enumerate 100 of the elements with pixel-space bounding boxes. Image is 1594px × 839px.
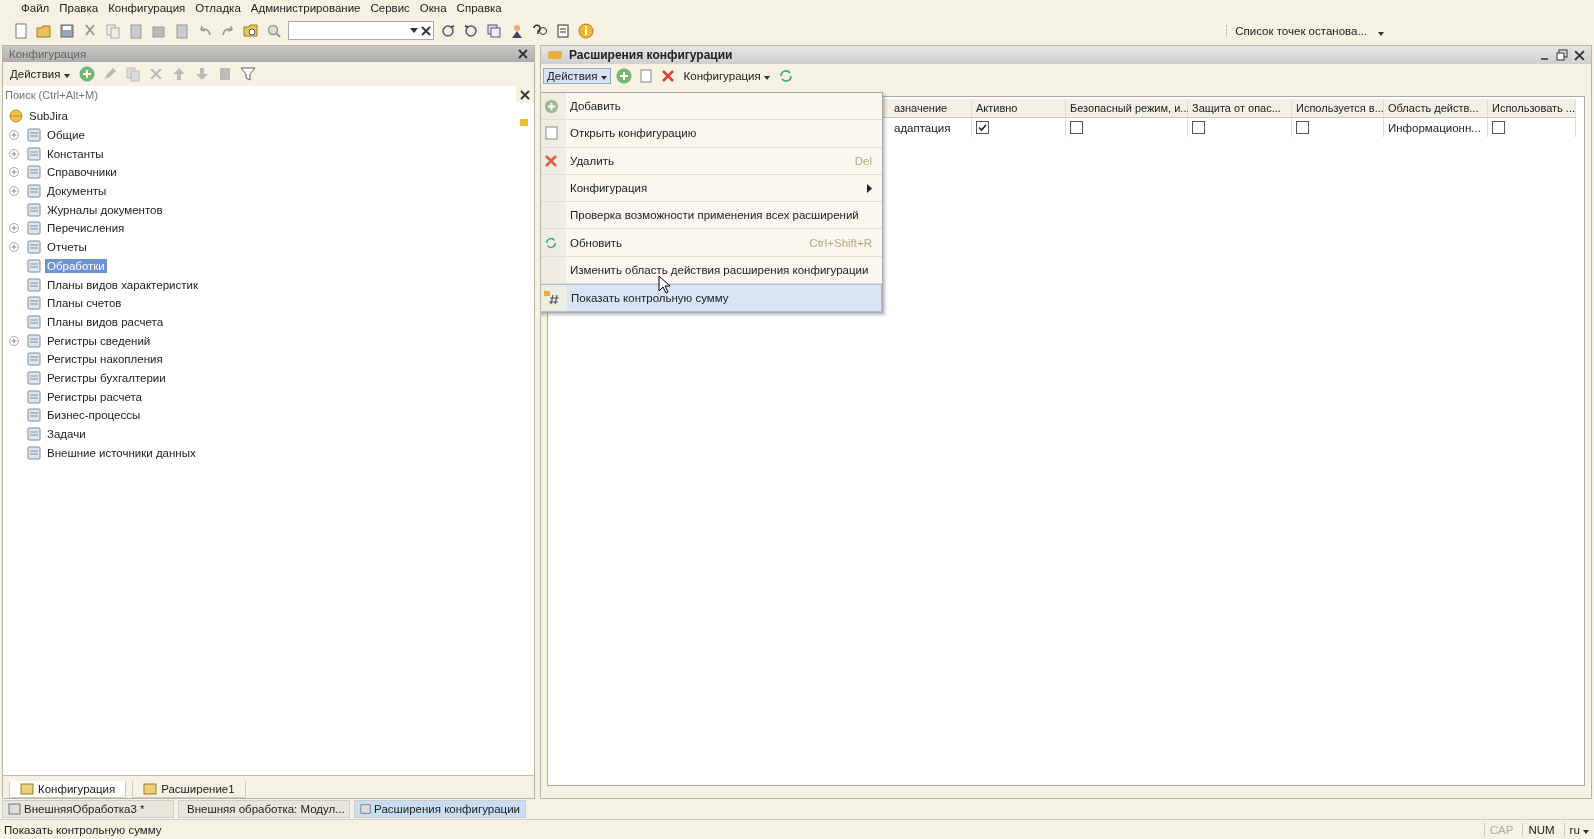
column-header[interactable]: Используется в... (1292, 99, 1384, 118)
metadata-icon (27, 296, 41, 311)
tree-item[interactable]: Регистры бухгалтерии (45, 370, 168, 385)
status-indicator: CAP (1483, 822, 1519, 837)
menu-item[interactable]: Справка (451, 2, 507, 14)
tree-item[interactable]: Планы счетов (45, 296, 124, 311)
clear-icon[interactable] (520, 89, 530, 100)
info-icon[interactable] (577, 21, 595, 40)
panel-tab[interactable]: Расширение1 (132, 781, 246, 798)
notebook-icon[interactable] (554, 21, 572, 40)
tree-item[interactable]: Регистры накопления (45, 352, 165, 367)
tree-item[interactable]: Регистры сведений (45, 333, 153, 348)
tab-icon (360, 803, 372, 815)
checkbox[interactable] (1192, 121, 1205, 134)
search-field[interactable] (288, 21, 434, 40)
actions-menu-button[interactable]: Действия (7, 67, 73, 81)
metadata-icon (27, 445, 41, 460)
column-header[interactable]: Использовать ... (1488, 99, 1576, 118)
new-document-icon[interactable] (12, 21, 30, 40)
tree-item[interactable]: Задачи (45, 427, 88, 442)
expand-icon[interactable] (9, 148, 19, 159)
menu-item[interactable]: Конфигурация (103, 2, 191, 14)
tree-item[interactable]: Отчеты (45, 240, 89, 255)
folder-search-icon[interactable] (242, 21, 260, 40)
checkbox[interactable] (1296, 121, 1309, 134)
windows-icon[interactable] (485, 21, 503, 40)
metadata-icon (27, 165, 41, 180)
configuration-menu-button[interactable]: Конфигурация (680, 69, 773, 83)
column-header[interactable]: Активно (972, 99, 1066, 118)
tree-item[interactable]: Планы видов расчета (45, 314, 166, 329)
add-icon[interactable] (614, 67, 633, 85)
window-tab[interactable]: Расширения конфигурации (354, 800, 526, 818)
metadata-icon (27, 240, 41, 255)
metadata-icon (27, 221, 41, 236)
dropdown-icon[interactable] (410, 28, 418, 33)
copy-icon[interactable] (104, 21, 122, 40)
close-icon[interactable] (518, 49, 528, 59)
filter-icon[interactable] (238, 65, 257, 83)
panel-tab[interactable]: Конфигурация (9, 781, 127, 798)
menu-item[interactable]: Правка (54, 2, 104, 14)
menu-item[interactable]: Окна (414, 2, 452, 14)
tab-icon (8, 803, 21, 815)
add-icon (543, 98, 559, 114)
column-header[interactable]: Область действ... (1384, 99, 1488, 118)
save-icon[interactable] (58, 21, 76, 40)
tree-item[interactable]: Журналы документов (45, 202, 165, 217)
tree-item[interactable]: Константы (45, 146, 106, 161)
tree-item[interactable]: Внешние источники данных (45, 445, 198, 460)
metadata-icon (27, 408, 41, 423)
menu-item[interactable]: Открыть конфигурацию (541, 120, 882, 148)
menu-item[interactable]: Проверка возможности применения всех расширений (541, 202, 882, 230)
tree-item[interactable]: Регистры расчета (45, 389, 144, 404)
actions-menu-button[interactable]: Действия (543, 68, 611, 84)
expand-icon[interactable] (9, 167, 19, 178)
tree-item[interactable]: Планы видов характеристик (45, 277, 200, 292)
root-icon (9, 109, 23, 124)
menu-item[interactable]: Администрирование (245, 2, 366, 14)
document-icon[interactable] (173, 21, 191, 40)
search-field[interactable]: Поиск (Ctrl+Alt+M) (3, 86, 516, 103)
tree-item[interactable]: Документы (45, 184, 109, 199)
language-indicator[interactable]: ru (1563, 822, 1594, 837)
menu-item[interactable]: Добавить (541, 93, 882, 121)
metadata-icon (27, 258, 41, 273)
tree-item[interactable]: Бизнес-процессы (45, 408, 143, 423)
expand-icon[interactable] (9, 242, 19, 253)
add-icon[interactable] (77, 65, 96, 83)
column-header[interactable]: Защита от опас... (1188, 99, 1292, 118)
tree-item[interactable]: Справочники (45, 165, 119, 180)
restore-icon[interactable] (1556, 49, 1568, 61)
menu-item[interactable]: Файл (16, 2, 55, 14)
window-tab[interactable]: Внешняя обработка: Модул... (178, 800, 350, 818)
window-tab[interactable]: ВнешняяОбработка3 * (2, 800, 174, 818)
refresh-icon (544, 235, 558, 250)
expand-icon[interactable] (9, 130, 19, 141)
menu-item[interactable]: Конфигурация (541, 174, 882, 203)
expand-icon[interactable] (9, 186, 19, 197)
table-cell: адаптация (894, 121, 951, 134)
clear-icon[interactable] (421, 25, 431, 36)
tree-item[interactable]: Общие (45, 128, 87, 143)
checkbox[interactable] (976, 121, 989, 134)
expand-icon[interactable] (9, 335, 19, 346)
metadata-icon (27, 370, 41, 385)
breakpoints-list[interactable]: Список точек останова... (1226, 24, 1367, 37)
menu-item[interactable]: Сервис (365, 2, 415, 14)
menu-item[interactable]: Обновить Ctrl+Shift+R (541, 229, 882, 257)
metadata-icon (27, 427, 41, 442)
caret-icon[interactable] (1378, 31, 1384, 36)
tree-item[interactable]: Перечисления (45, 221, 127, 236)
checkbox[interactable] (1070, 121, 1083, 134)
expand-icon[interactable] (9, 223, 19, 234)
metadata-icon (27, 128, 41, 143)
caret-icon (1583, 829, 1589, 834)
menu-item[interactable]: Показать контрольную сумму (541, 284, 882, 313)
close-icon[interactable] (1574, 49, 1585, 61)
menu-item[interactable]: Удалить Del (541, 147, 882, 175)
copy-icon[interactable] (123, 65, 142, 83)
menu-item[interactable]: Отладка (190, 2, 246, 14)
panel-title: Конфигурация (9, 48, 87, 60)
checkbox[interactable] (1492, 121, 1505, 134)
tree-item[interactable]: SubJira (27, 109, 70, 124)
